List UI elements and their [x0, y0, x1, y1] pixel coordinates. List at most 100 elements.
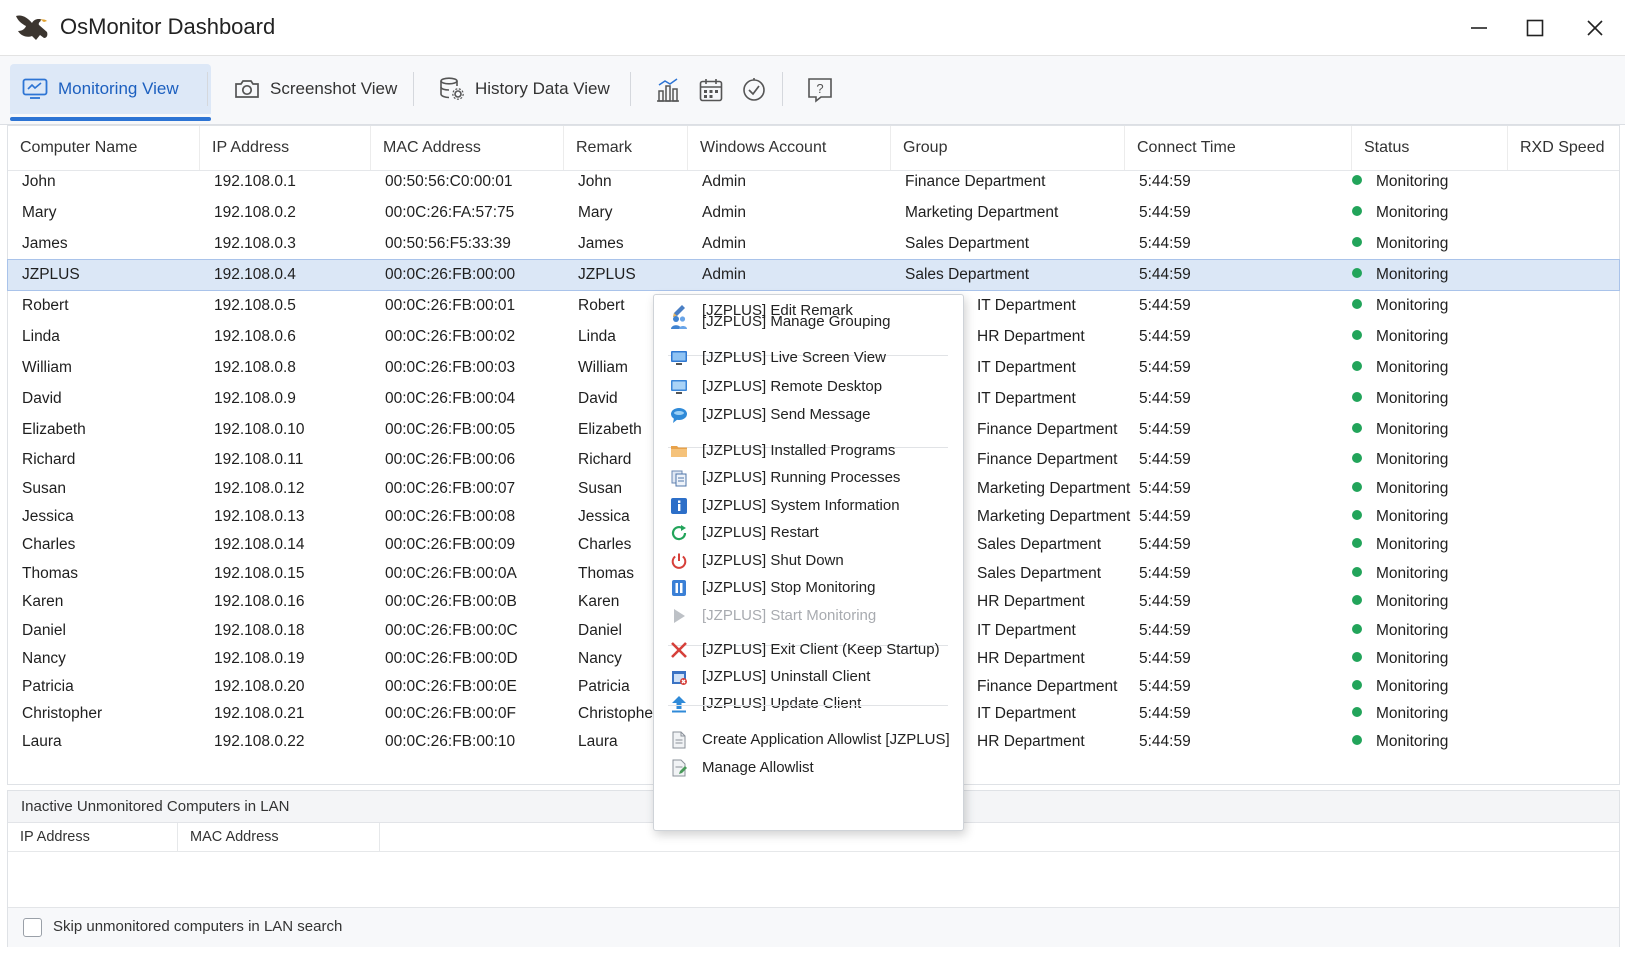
- skip-unmonitored-checkbox[interactable]: [23, 918, 42, 937]
- cell-computer-name: Karen: [22, 593, 64, 610]
- cell-remark: Nancy: [578, 650, 622, 667]
- cell-computer-name: Patricia: [22, 678, 74, 695]
- cell-ip-address: 192.108.0.20: [214, 678, 305, 695]
- column-header-connect-time[interactable]: Connect Time: [1125, 126, 1352, 170]
- column-header-group[interactable]: Group: [891, 126, 1125, 170]
- status-dot-icon: [1352, 174, 1362, 185]
- tab-monitoring-view[interactable]: Monitoring View: [10, 64, 211, 121]
- cell-group: HR Department: [977, 650, 1085, 667]
- cell-group: IT Department: [977, 622, 1076, 639]
- column-header-remark[interactable]: Remark: [564, 126, 688, 170]
- cell-mac-address: 00:0C:26:FB:00:0E: [385, 678, 517, 695]
- menu-item-installed-programs[interactable]: [JZPLUS] Installed Programs: [654, 437, 963, 465]
- menu-item-manage-grouping[interactable]: [JZPLUS] Manage Grouping: [654, 308, 963, 336]
- status-dot-icon: [1352, 594, 1362, 605]
- status-label: Monitoring: [1376, 451, 1449, 468]
- cell-remark: Patricia: [578, 678, 630, 695]
- cell-computer-name: Daniel: [22, 622, 66, 639]
- menu-item-shut-down[interactable]: [JZPLUS] Shut Down: [654, 547, 963, 575]
- menu-item-running-processes[interactable]: [JZPLUS] Running Processes: [654, 464, 963, 492]
- status-label: Monitoring: [1376, 359, 1449, 376]
- help-button[interactable]: ?: [806, 76, 834, 104]
- status-label: Monitoring: [1376, 733, 1449, 750]
- toolbar-divider: [207, 72, 208, 106]
- lan-column-ip-address[interactable]: IP Address: [8, 823, 178, 851]
- lan-column-mac-address[interactable]: MAC Address: [178, 823, 380, 851]
- tab-history-data-view[interactable]: History Data View: [427, 64, 622, 114]
- column-header-mac-address[interactable]: MAC Address: [371, 126, 564, 170]
- column-header-status[interactable]: Status: [1352, 126, 1508, 170]
- red-x-icon: [670, 641, 688, 659]
- status-dot-icon: [1352, 679, 1362, 690]
- cell-remark: Charles: [578, 536, 632, 553]
- maximize-button[interactable]: [1512, 10, 1558, 46]
- cell-mac-address: 00:0C:26:FB:00:01: [385, 297, 516, 314]
- status-label: Monitoring: [1376, 565, 1449, 582]
- menu-item-live-screen-view[interactable]: [JZPLUS] Live Screen View: [654, 344, 963, 372]
- cell-remark: Susan: [578, 480, 622, 497]
- cell-computer-name: Elizabeth: [22, 421, 86, 438]
- cell-connect-time: 5:44:59: [1139, 328, 1191, 345]
- cell-ip-address: 192.108.0.4: [214, 266, 296, 283]
- chart-icon: [657, 78, 679, 102]
- tab-screenshot-view[interactable]: Screenshot View: [222, 64, 409, 114]
- menu-item-stop-monitoring[interactable]: [JZPLUS] Stop Monitoring: [654, 574, 963, 602]
- cell-ip-address: 192.108.0.13: [214, 508, 305, 525]
- remote-desktop-icon: [670, 378, 688, 396]
- clock-check-button[interactable]: [740, 76, 768, 104]
- cell-computer-name: Mary: [22, 204, 57, 221]
- menu-item-send-message[interactable]: [JZPLUS] Send Message: [654, 401, 963, 429]
- status-dot-icon: [1352, 329, 1362, 340]
- cell-status: Monitoring: [1338, 415, 1448, 445]
- cell-remark: Elizabeth: [578, 421, 642, 438]
- calendar-icon: [699, 79, 723, 102]
- chart-button[interactable]: [654, 76, 682, 104]
- table-row[interactable]: John 192.108.0.1 00:50:56:C0:00:01 John Admi…: [8, 167, 1619, 197]
- status-dot-icon: [1352, 236, 1362, 247]
- menu-item-exit-client-keep-startup[interactable]: [JZPLUS] Exit Client (Keep Startup): [654, 636, 963, 664]
- cell-mac-address: 00:0C:26:FA:57:75: [385, 204, 515, 221]
- cell-connect-time: 5:44:59: [1139, 705, 1191, 722]
- menu-item-update-client[interactable]: [JZPLUS] Update Client: [654, 690, 963, 718]
- cell-group: IT Department: [977, 390, 1076, 407]
- menu-item-uninstall-client[interactable]: [JZPLUS] Uninstall Client: [654, 663, 963, 691]
- cell-ip-address: 192.108.0.11: [214, 451, 304, 468]
- menu-item-remote-desktop[interactable]: [JZPLUS] Remote Desktop: [654, 373, 963, 401]
- table-row[interactable]: Mary 192.108.0.2 00:0C:26:FA:57:75 Mary Admi…: [8, 198, 1619, 228]
- menu-item-system-information[interactable]: [JZPLUS] System Information: [654, 492, 963, 520]
- menu-item-manage-allowlist[interactable]: Manage Allowlist: [654, 754, 963, 782]
- status-dot-icon: [1352, 422, 1362, 433]
- menu-item-create-application-allowlist[interactable]: Create Application Allowlist [JZPLUS]: [654, 726, 963, 754]
- menu-item-label: [JZPLUS] Remote Desktop: [702, 378, 883, 395]
- table-row[interactable]: James 192.108.0.3 00:50:56:F5:33:39 James Ad…: [8, 229, 1619, 259]
- calendar-button[interactable]: [697, 76, 725, 104]
- cell-computer-name: Laura: [22, 733, 62, 750]
- cell-remark: William: [578, 359, 628, 376]
- table-row[interactable]: JZPLUS 192.108.0.4 00:0C:26:FB:00:00 JZPLUS…: [7, 259, 1620, 291]
- cell-status: Monitoring: [1338, 530, 1448, 560]
- cell-status: Monitoring: [1338, 672, 1448, 702]
- cell-remark: Robert: [578, 297, 625, 314]
- menu-item-restart[interactable]: [JZPLUS] Restart: [654, 519, 963, 547]
- column-header-windows-account[interactable]: Windows Account: [688, 126, 891, 170]
- cell-connect-time: 5:44:59: [1139, 266, 1191, 283]
- close-button[interactable]: [1572, 10, 1618, 46]
- column-header-computer-name[interactable]: Computer Name: [8, 126, 200, 170]
- cell-connect-time: 5:44:59: [1139, 173, 1191, 190]
- cell-connect-time: 5:44:59: [1139, 421, 1191, 438]
- cell-mac-address: 00:50:56:F5:33:39: [385, 235, 511, 252]
- status-dot-icon: [1352, 452, 1362, 463]
- column-header-rxd-speed[interactable]: RXD Speed: [1508, 126, 1619, 170]
- column-header-ip-address[interactable]: IP Address: [200, 126, 371, 170]
- toolbar-divider: [413, 72, 414, 106]
- upload-arrow-icon: [670, 695, 688, 713]
- cell-connect-time: 5:44:59: [1139, 297, 1191, 314]
- minimize-icon: [1471, 27, 1487, 29]
- cell-group: Sales Department: [977, 565, 1102, 582]
- minimize-button[interactable]: [1456, 10, 1502, 46]
- menu-item-label: [JZPLUS] Update Client: [702, 695, 862, 712]
- cell-connect-time: 5:44:59: [1139, 536, 1191, 553]
- cell-mac-address: 00:0C:26:FB:00:0C: [385, 622, 518, 639]
- cell-group: Marketing Department: [977, 480, 1131, 497]
- cell-connect-time: 5:44:59: [1139, 235, 1191, 252]
